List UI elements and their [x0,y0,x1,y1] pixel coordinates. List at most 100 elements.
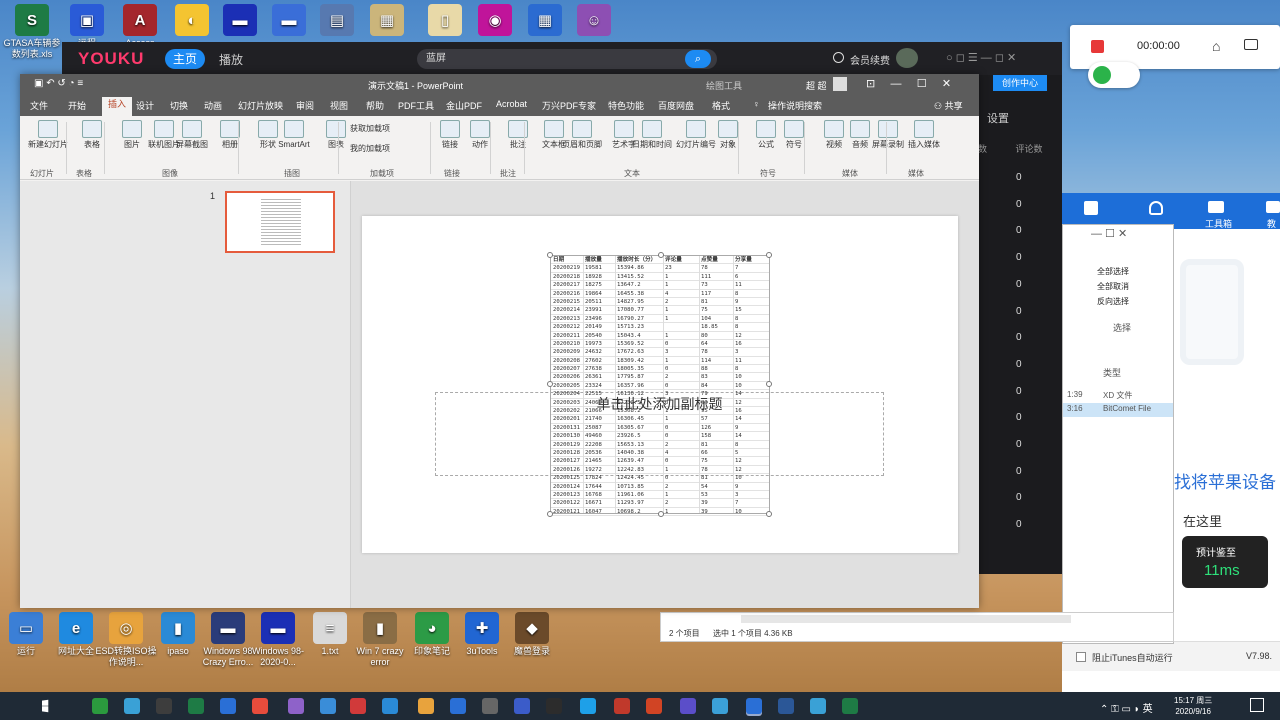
settings-tab[interactable]: 设置 [987,110,1009,126]
ribbon-button-25[interactable]: 插入媒体 [904,120,944,150]
window-controls[interactable]: — ☐ ✕ [1091,227,1127,240]
desktop-icon[interactable]: ▦ [355,4,419,38]
resize-handle[interactable] [547,511,553,517]
resize-handle[interactable] [766,511,772,517]
file-row-selected[interactable]: 3:16 BitComet File [1063,403,1173,417]
subtitle-placeholder-text[interactable]: 单击此处添加副标题 [435,394,884,414]
record-stop-icon[interactable] [1091,40,1104,53]
resize-handle[interactable] [766,381,772,387]
window-controls[interactable]: ○ ◻ ☰ — ◻ ✕ [946,51,1016,64]
home-icon[interactable]: ⌂ [1212,38,1220,54]
menu-tab-8[interactable]: 视图 [330,99,348,112]
youku-logo[interactable]: YOUKU [78,49,144,69]
desktop-icon[interactable]: ◆ 魔兽登录 [500,612,564,657]
creator-center-button[interactable]: 创作中心 [993,75,1047,91]
file-row[interactable]: 1:39 XD 文件 [1063,389,1173,403]
type-header[interactable]: 类型 [1103,366,1121,379]
taskbar-app-icon[interactable] [350,698,366,714]
invert-selection-option[interactable]: 反向选择 [1097,296,1129,307]
vip-renew[interactable]: 会员续费 [850,52,890,67]
resize-handle[interactable] [547,381,553,387]
menu-tab-1[interactable]: 开始 [68,99,86,112]
slide-thumbnail[interactable] [225,191,335,253]
ribbon-button-10[interactable]: 我的加载项 [350,144,430,154]
select-all-option[interactable]: 全部选择 [1097,266,1129,277]
menu-tab-11[interactable]: 金山PDF [446,99,482,112]
taskbar-app-icon[interactable] [482,698,498,714]
taskbar-app-icon[interactable] [646,698,662,714]
menu-tab-14[interactable]: 特色功能 [608,99,644,112]
ribbon-button-5[interactable]: 相册 [210,120,250,150]
menu-tab-16[interactable]: 格式 [712,99,730,112]
taskbar-app-icon[interactable] [382,698,398,714]
camera-icon[interactable] [1244,39,1258,50]
menu-tab-13[interactable]: 万兴PDF专家 [542,99,596,112]
clock[interactable]: 15:17 周三 2020/9/16 [1174,695,1212,717]
resize-handle[interactable] [658,252,664,258]
menu-tab-6[interactable]: 幻灯片放映 [238,99,283,112]
prevent-sync-checkbox[interactable] [1076,652,1086,662]
ribbon-button-13[interactable]: 批注 [498,120,538,150]
resize-handle[interactable] [547,252,553,258]
share-button[interactable]: ⚇ 共享 [934,99,963,112]
ribbon-button-15[interactable]: 页眉和页脚 [562,120,602,150]
avatar[interactable] [896,48,918,68]
taskbar-app-icon[interactable] [252,698,268,714]
window-controls[interactable]: ⊡ — ☐ ✕ [866,77,951,90]
search-input[interactable]: 蓝屏 [417,49,717,69]
taskbar-app-icon[interactable] [712,698,728,714]
tutorial-label[interactable]: 教程 [1267,217,1280,243]
search-icon[interactable]: ⌕ [685,50,711,68]
menu-tab-9[interactable]: 帮助 [366,99,384,112]
resize-handle[interactable] [766,252,772,258]
menu-tab-3[interactable]: 设计 [136,99,154,112]
taskbar-app-icon[interactable] [124,698,140,714]
play-tab[interactable]: 播放 [219,51,243,68]
toolbox-icon[interactable] [1208,201,1224,213]
taskbar-app-icon[interactable] [514,698,530,714]
taskbar-app-icon[interactable] [842,698,858,714]
ribbon-button-17[interactable]: 日期和时间 [632,120,672,150]
toolbox-label[interactable]: 工具箱 [1205,217,1232,230]
clock-icon[interactable] [833,52,844,63]
taskbar-app-icon[interactable] [614,698,630,714]
menu-tab-5[interactable]: 动画 [204,99,222,112]
shield-icon[interactable] [1149,201,1163,215]
data-table[interactable]: 日期 播放量 播放时长（分） 评论量 点赞量 分享量 20200219 19581 15394.… [550,255,770,517]
quick-access-icons[interactable]: ▣ ↶ ↺ ◔ ≡ [34,78,83,89]
taskbar-app-icon[interactable] [92,698,108,714]
menu-tab-10[interactable]: PDF工具 [398,99,434,112]
taskbar-app-icon[interactable] [810,698,826,714]
menu-tab-15[interactable]: 百度网盘 [658,99,694,112]
taskbar-app-icon[interactable] [288,698,304,714]
taskbar-app-icon[interactable] [746,698,762,714]
taskbar-app-icon[interactable] [450,698,466,714]
taskbar-app-icon[interactable] [188,698,204,714]
notification-icon[interactable] [1250,698,1264,712]
taskbar-app-icon[interactable] [580,698,596,714]
ribbon-button-24[interactable]: 屏幕录制 [868,120,908,150]
taskbar-app-icon[interactable] [418,698,434,714]
ribbon-button-7[interactable]: SmartArt [274,120,314,150]
ribbon-button-21[interactable]: 符号 [774,120,814,150]
ribbon-button-4[interactable]: 屏幕截图 [172,120,212,150]
tutorial-icon[interactable] [1266,201,1280,213]
ribbon-button-0[interactable]: 新建幻灯片 [28,120,68,150]
menu-tab-0[interactable]: 文件 [30,99,48,112]
select-none-option[interactable]: 全部取消 [1097,281,1129,292]
menu-tab-7[interactable]: 审阅 [296,99,314,112]
user-name[interactable]: 超 超 [806,79,827,92]
taskbar-app-icon[interactable] [156,698,172,714]
taskbar-app-icon[interactable] [778,698,794,714]
taskbar-app-icon[interactable] [680,698,696,714]
taskbar-app-icon[interactable] [220,698,236,714]
home-tab[interactable]: 主页 [165,49,205,69]
tell-me-search[interactable]: 操作说明搜索 [768,99,822,112]
menu-tab-4[interactable]: 切换 [170,99,188,112]
taskbar-app-icon[interactable] [320,698,336,714]
menu-tab-2[interactable]: 插入 [102,97,133,116]
ribbon-button-9[interactable]: 获取加载项 [350,124,430,134]
h-scrollbar[interactable] [741,615,1071,623]
menu-tab-12[interactable]: Acrobat [496,99,527,109]
ribbon-button-19[interactable]: 对象 [708,120,748,150]
